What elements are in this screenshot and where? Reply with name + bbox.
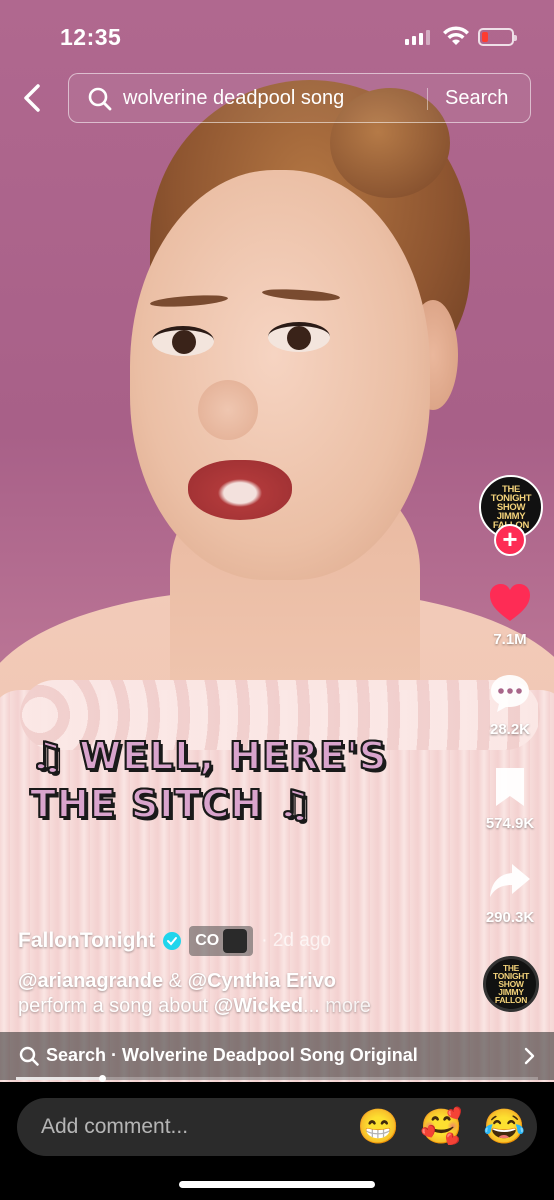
share-icon: [490, 864, 530, 897]
save-button[interactable]: 574.9K: [475, 766, 545, 832]
battery-icon: [478, 28, 517, 46]
emoji-hearts-button[interactable]: 🥰: [420, 1107, 462, 1147]
share-button[interactable]: 290.3K: [475, 860, 545, 926]
collab-label: CO: [195, 932, 220, 949]
comment-placeholder: Add comment...: [41, 1115, 189, 1138]
share-count: 290.3K: [485, 909, 535, 926]
related-search-label: Search · Wolverine Deadpool Song Origina…: [46, 1045, 418, 1065]
home-indicator[interactable]: [179, 1181, 375, 1188]
caption-amp: &: [163, 970, 188, 992]
wifi-icon: [443, 26, 469, 45]
caption-line-2: perform a song about @Wicked... more: [18, 995, 371, 1018]
video-frame-iris: [172, 330, 196, 354]
search-button[interactable]: Search: [445, 87, 508, 110]
post-time: · 2d ago: [261, 930, 331, 951]
search-bar[interactable]: wolverine deadpool song Search: [68, 73, 531, 123]
search-icon: [88, 87, 112, 111]
save-count: 574.9K: [485, 815, 535, 832]
lyric-line-1: ♫ WELL, HERE'S: [29, 733, 388, 779]
bookmark-icon: [496, 768, 524, 806]
bottom-bar: Add comment... 😁 🥰 😂: [0, 1082, 554, 1200]
caption-text: perform a song about: [18, 995, 214, 1017]
video-frame-face: [130, 170, 430, 580]
mention-wicked[interactable]: @Wicked: [214, 995, 303, 1017]
music-disc[interactable]: THE TONIGHT SHOW JIMMY FALLON: [483, 956, 539, 1012]
creator-row: FallonTonight CO · 2d ago: [18, 926, 331, 956]
video-progress-bar[interactable]: [16, 1075, 538, 1082]
collab-avatar: [223, 929, 248, 953]
chevron-right-icon: [524, 1047, 535, 1065]
status-bar: 12:35: [0, 0, 554, 70]
mention-arianagrande[interactable]: @arianagrande: [18, 970, 163, 992]
back-arrow-icon[interactable]: [18, 80, 50, 116]
like-count: 7.1M: [493, 631, 527, 648]
verified-icon: [163, 932, 182, 950]
comment-input[interactable]: Add comment... 😁 🥰 😂: [17, 1098, 537, 1156]
comment-icon: [491, 675, 529, 712]
video-progress-fill: [16, 1077, 103, 1080]
search-divider: [427, 88, 428, 110]
comment-button[interactable]: 28.2K: [475, 672, 545, 738]
status-time: 12:35: [60, 24, 122, 50]
follow-button[interactable]: +: [494, 524, 526, 556]
tonight-show-logo: THE TONIGHT SHOW JIMMY FALLON: [486, 959, 536, 1009]
emoji-grin-button[interactable]: 😁: [357, 1107, 399, 1147]
heart-icon: [490, 584, 530, 621]
video-frame-nose: [198, 380, 258, 440]
mention-cynthia-erivo[interactable]: @Cynthia Erivo: [188, 970, 336, 992]
video-frame-iris: [287, 326, 311, 350]
like-button[interactable]: 7.1M: [475, 582, 545, 648]
cellular-signal-icon: [405, 30, 430, 45]
lyric-line-2: THE SITCH ♫: [29, 781, 313, 827]
video-frame-mouth: [188, 460, 292, 520]
caption-more-button[interactable]: more: [320, 995, 371, 1017]
collab-chip[interactable]: CO: [189, 926, 254, 956]
creator-name[interactable]: FallonTonight: [18, 929, 155, 953]
emoji-laugh-button[interactable]: 😂: [483, 1107, 525, 1147]
caption-line-1: @arianagrande & @Cynthia Erivo: [18, 970, 336, 993]
search-query[interactable]: wolverine deadpool song: [123, 87, 344, 110]
video-player[interactable]: [0, 0, 554, 1082]
comment-count: 28.2K: [489, 721, 531, 738]
search-icon: [19, 1046, 39, 1066]
caption-ellipsis: ...: [303, 995, 320, 1017]
logo-word: FALLON: [494, 995, 528, 1005]
related-search-bar[interactable]: Search · Wolverine Deadpool Song Origina…: [0, 1032, 554, 1080]
